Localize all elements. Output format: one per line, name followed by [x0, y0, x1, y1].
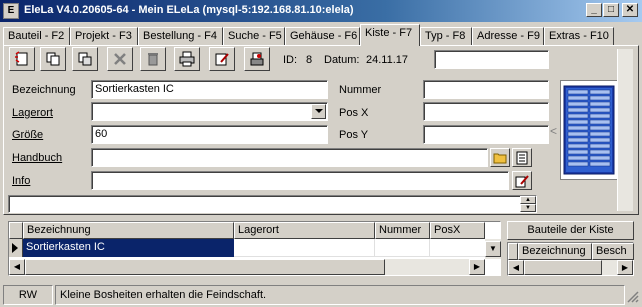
scroll-down-icon[interactable]: ▼: [485, 241, 501, 257]
duplicate-icon: [78, 52, 92, 66]
nummer-input[interactable]: [423, 80, 549, 99]
col-nummer[interactable]: Nummer: [375, 222, 430, 239]
col-bezeichnung[interactable]: Bezeichnung: [23, 222, 234, 239]
copy-icon: [46, 52, 60, 66]
tab-adresse[interactable]: Adresse - F9: [472, 27, 544, 45]
parts-col-besch[interactable]: Besch: [592, 243, 634, 260]
status-message: Kleine Bosheiten erhalten die Feindschaf…: [55, 285, 625, 305]
lagerort-label: Lagerort: [12, 107, 53, 119]
bezeichnung-input[interactable]: Sortierkasten IC: [91, 80, 328, 99]
row-header-corner: [9, 222, 23, 239]
notes-field[interactable]: [8, 195, 537, 213]
parts-grid[interactable]: Bezeichnung Besch ◀ ▶: [507, 242, 634, 276]
col-lagerort[interactable]: Lagerort: [234, 222, 375, 239]
kiste-image: [560, 80, 618, 180]
label-print-icon: [250, 52, 264, 66]
pencil-icon: [515, 174, 529, 187]
nummer-label: Nummer: [339, 84, 382, 96]
posy-label: Pos Y: [339, 129, 369, 141]
size-grip-icon[interactable]: [625, 289, 639, 303]
table-row-selected-bezeichnung[interactable]: Sortierkasten IC: [23, 239, 234, 257]
duplicate-button[interactable]: [72, 47, 98, 71]
datum-value: 24.11.17: [366, 54, 409, 66]
tab-bauteil[interactable]: Bauteil - F2: [3, 27, 70, 45]
folder-icon: [493, 153, 507, 163]
posy-input[interactable]: [423, 125, 549, 144]
chevron-down-icon: [314, 109, 323, 113]
edit-info-button[interactable]: [512, 171, 532, 190]
copy-button[interactable]: [40, 47, 66, 71]
info-input[interactable]: [91, 171, 509, 190]
groesse-input[interactable]: 60: [91, 125, 328, 144]
kisten-grid[interactable]: Bezeichnung Lagerort Nummer PosX Sortier…: [8, 221, 501, 276]
bezeichnung-label: Bezeichnung: [12, 84, 76, 96]
parts-scroll-right-icon[interactable]: ▶: [617, 260, 633, 275]
delete-button[interactable]: [107, 47, 133, 71]
table-row-nummer[interactable]: [375, 239, 430, 257]
tab-extras[interactable]: Extras - F10: [544, 27, 614, 45]
grid-vscrollbar[interactable]: ▼: [485, 239, 501, 259]
app-icon[interactable]: E: [3, 3, 19, 19]
trash-button[interactable]: [140, 47, 166, 71]
handbuch-label: Handbuch: [12, 152, 63, 164]
col-posx[interactable]: PosX: [430, 222, 485, 239]
row-indicator: [9, 239, 23, 257]
scroll-thumb[interactable]: [25, 259, 385, 275]
window-title: EleLa V4.0.20605-64 - Mein ELeLa (mysql-…: [24, 4, 354, 16]
id-value: 8: [306, 54, 313, 66]
new-button[interactable]: [9, 47, 35, 71]
parts-scroll-thumb[interactable]: [524, 260, 602, 275]
open-folder-button[interactable]: [490, 148, 510, 167]
handbuch-input[interactable]: [91, 148, 488, 167]
parts-col-bezeichnung[interactable]: Bezeichnung: [518, 243, 592, 260]
scroll-left-icon[interactable]: ◀: [9, 259, 25, 275]
parts-row-header-corner: [508, 243, 518, 260]
posx-input[interactable]: [423, 102, 549, 121]
id-label: ID:: [283, 54, 298, 66]
lagerort-dropdown-button[interactable]: [311, 104, 326, 119]
delete-icon: [114, 53, 126, 65]
new-icon: [15, 51, 28, 66]
notes-spinner[interactable]: ▲ ▼: [520, 196, 536, 212]
tab-suche[interactable]: Suche - F5: [223, 27, 285, 45]
table-row-posx[interactable]: [430, 239, 485, 257]
print-button[interactable]: [174, 47, 200, 71]
info-label: Info: [12, 175, 31, 187]
tab-projekt[interactable]: Projekt - F3: [70, 27, 138, 45]
print-icon: [179, 51, 195, 67]
posx-label: Pos X: [339, 107, 369, 119]
edit-button[interactable]: [209, 47, 235, 71]
title-bar: E EleLa V4.0.20605-64 - Mein ELeLa (mysq…: [0, 0, 642, 22]
spin-up-icon[interactable]: ▲: [520, 196, 536, 204]
trash-icon: [148, 53, 158, 66]
image-scrollbar[interactable]: [617, 49, 633, 211]
label-print-button[interactable]: [244, 47, 270, 71]
tab-bestellung[interactable]: Bestellung - F4: [138, 27, 223, 45]
bauteile-der-kiste-button[interactable]: Bauteile der Kiste: [507, 221, 634, 240]
view-document-button[interactable]: [512, 148, 532, 167]
table-row-lagerort[interactable]: [234, 239, 375, 257]
maximize-button[interactable]: □: [603, 3, 619, 17]
tab-gehaeuse[interactable]: Gehäuse - F6: [285, 27, 360, 45]
parts-hscrollbar[interactable]: ◀ ▶: [508, 260, 633, 275]
image-prev-button[interactable]: <: [550, 124, 557, 138]
grid-hscrollbar[interactable]: ◀ ▶: [9, 259, 485, 275]
datum-label: Datum:: [324, 54, 360, 66]
lagerort-select[interactable]: [91, 102, 328, 121]
parts-scroll-left-icon[interactable]: ◀: [508, 260, 524, 275]
minimize-button[interactable]: _: [586, 3, 602, 17]
status-mode: RW: [3, 285, 53, 305]
row-pointer-icon: [12, 243, 18, 253]
document-icon: [516, 151, 528, 164]
tab-kiste[interactable]: Kiste - F7: [360, 24, 420, 46]
tab-typ[interactable]: Typ - F8: [420, 27, 472, 45]
search-field[interactable]: [434, 50, 549, 69]
edit-icon: [215, 53, 229, 66]
close-button[interactable]: ✕: [622, 3, 638, 17]
scroll-right-icon[interactable]: ▶: [469, 259, 485, 275]
sortierkasten-image: [563, 85, 615, 175]
groesse-label: Größe: [12, 129, 44, 141]
spin-down-icon[interactable]: ▼: [520, 204, 536, 212]
